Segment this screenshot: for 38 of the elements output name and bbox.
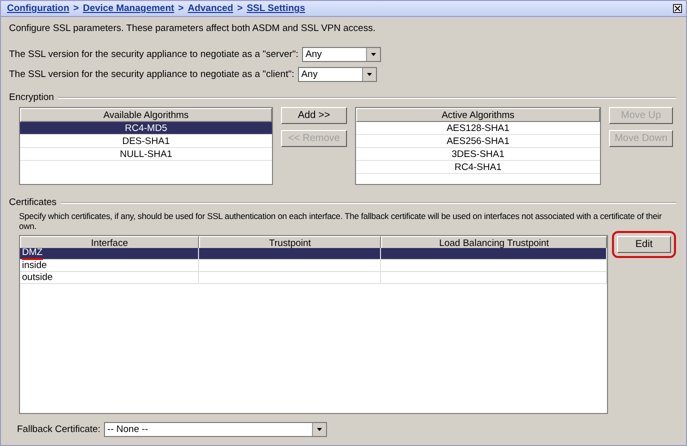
list-item[interactable]: AES128-SHA1 <box>356 122 600 135</box>
table-cell[interactable] <box>381 248 607 260</box>
breadcrumb-separator: > <box>73 3 79 14</box>
close-icon[interactable] <box>673 4 682 13</box>
select-field[interactable]: -- None -- <box>104 422 328 437</box>
breadcrumb-link[interactable]: Device Management <box>82 3 174 14</box>
description-text: Configure SSL parameters. These parameters affect both ASDM and SSL VPN access. <box>9 23 376 34</box>
column-header: Available Algorithms <box>20 108 272 122</box>
select-field[interactable]: Any <box>298 67 378 82</box>
table-cell[interactable]: outside <box>20 272 199 284</box>
table-cell[interactable] <box>381 272 607 284</box>
field-label: Fallback Certificate: <box>17 424 100 435</box>
list-item[interactable]: RC4-SHA1 <box>356 161 600 174</box>
breadcrumb-link[interactable]: Configuration <box>7 3 70 14</box>
field-label: The SSL version for the security appliance to negotiate as a "server": <box>9 49 298 60</box>
select-field[interactable]: Any <box>302 47 382 62</box>
transfer-button[interactable]: Add >> <box>281 107 347 124</box>
table-cell[interactable]: DMZ <box>20 248 199 260</box>
list-item[interactable]: AES256-SHA1 <box>356 135 600 148</box>
list-item[interactable]: DES-SHA1 <box>20 135 272 148</box>
table-cell[interactable] <box>199 272 381 284</box>
certificates-description: Specify which certificates, if any, should be used for SSL authentication on each interface. The fallback certificate will be used on interfaces not associated with a certificate of their own. <box>19 211 663 231</box>
breadcrumb-link[interactable]: Advanced <box>188 3 234 14</box>
list-item[interactable]: 3DES-SHA1 <box>356 148 600 161</box>
section-title: Encryption <box>9 92 54 103</box>
table-cell[interactable] <box>199 260 381 272</box>
table-cell[interactable] <box>199 248 381 260</box>
edit-button[interactable]: Edit <box>617 236 671 253</box>
table-cell[interactable]: inside <box>20 260 199 272</box>
list-item[interactable]: NULL-SHA1 <box>20 148 272 161</box>
list-item[interactable]: RC4-MD5 <box>20 122 272 135</box>
breadcrumb-separator: > <box>237 3 243 14</box>
section-title: Certificates <box>9 197 57 208</box>
table-cell[interactable] <box>381 260 607 272</box>
field-label: The SSL version for the security appliance to negotiate as a "client": <box>9 69 294 80</box>
column-header: Active Algorithms <box>356 108 600 122</box>
breadcrumb-link[interactable]: SSL Settings <box>246 3 306 14</box>
breadcrumb-separator: > <box>178 3 184 14</box>
